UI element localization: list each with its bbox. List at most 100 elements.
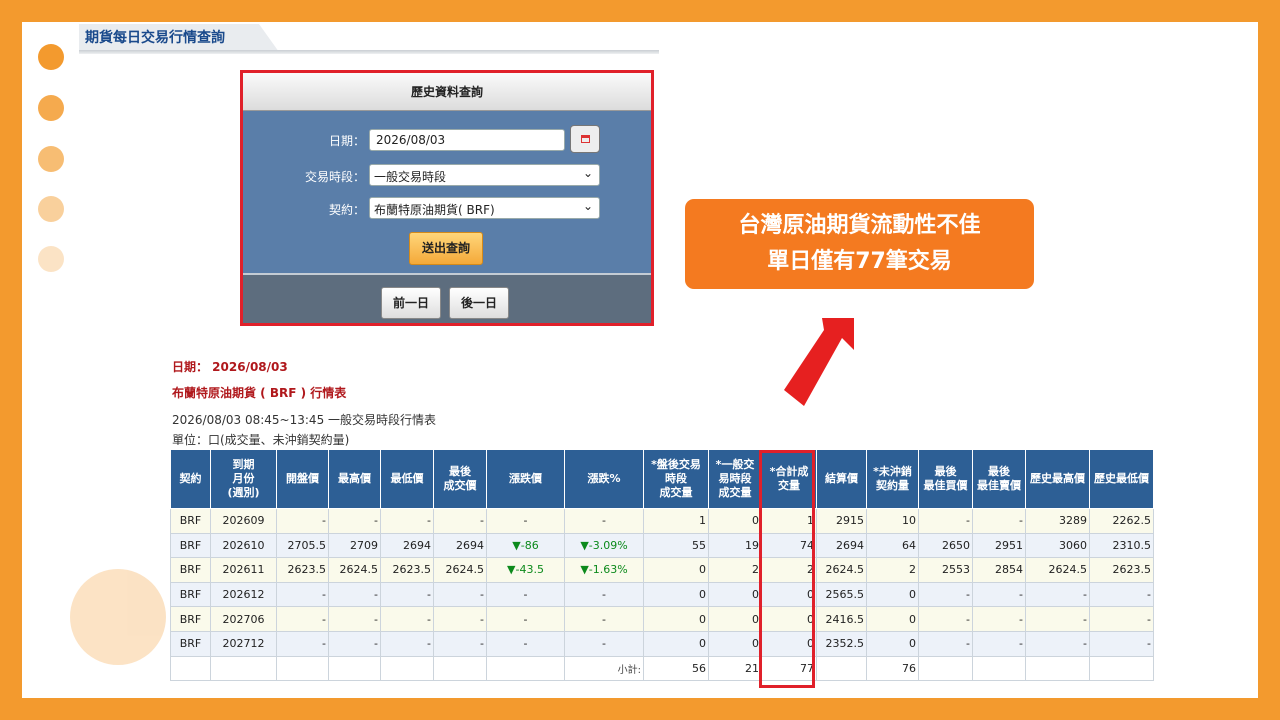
table-cell: - <box>328 581 381 608</box>
subtotal-row: 小計: 56 21 77 76 <box>170 655 1154 682</box>
table-cell: 0 <box>866 606 919 632</box>
table-cell: 2650 <box>918 532 973 559</box>
table-cell: - <box>380 581 434 608</box>
table-cell: - <box>276 630 329 657</box>
table-cell: 2624.5 <box>433 557 487 583</box>
table-cell: 2624.5 <box>328 557 381 583</box>
column-header: *盤後交易 時段 成交量 <box>643 449 709 509</box>
table-row: BRF 202610 2705.5 2709 2694 2694 ▼-86 ▼-3.09% 55… <box>170 532 1154 559</box>
panel-footer: 前一日 後一日 <box>243 273 651 323</box>
session-label: 交易時段： <box>304 170 365 184</box>
session-select[interactable]: 一般交易時段 ⌄ <box>369 164 600 186</box>
table-cell: 202610 <box>210 532 277 559</box>
column-header: *未沖銷 契約量 <box>866 449 919 509</box>
table-cell <box>1025 655 1090 682</box>
table-cell: 2553 <box>918 557 973 583</box>
table-cell: 64 <box>866 532 919 559</box>
date-label: 日期： <box>328 134 365 148</box>
callout-line-2: 單日僅有77筆交易 <box>767 249 952 274</box>
table-cell: - <box>972 508 1026 534</box>
table-cell: - <box>328 630 381 657</box>
table-cell <box>433 655 487 682</box>
table-cell: - <box>486 581 565 608</box>
date-row: 日期： 2026/08/03 <box>243 125 651 153</box>
table-cell: - <box>1025 606 1090 632</box>
chevron-down-icon: ⌄ <box>582 199 593 213</box>
table-cell: BRF <box>170 532 211 559</box>
table-cell <box>918 655 973 682</box>
table-cell: 2709 <box>328 532 381 559</box>
table-cell: 2694 <box>380 532 434 559</box>
table-cell: ▼-43.5 <box>486 557 565 583</box>
table-cell: 0 <box>708 508 762 534</box>
table-cell: - <box>1089 581 1154 608</box>
table-cell: 202611 <box>210 557 277 583</box>
column-header: 最後 最佳賣價 <box>972 449 1026 509</box>
table-cell: 0 <box>643 557 709 583</box>
table-cell: 0 <box>643 606 709 632</box>
table-row: BRF 202609- - - - - -1 0 1 2915 10- -3289 2262.5 <box>170 508 1154 534</box>
table-cell: 202612 <box>210 581 277 608</box>
table-cell: - <box>918 508 973 534</box>
table-cell: BRF <box>170 581 211 608</box>
table-cell <box>972 655 1026 682</box>
table-cell: - <box>1089 606 1154 632</box>
column-header: 歷史最高價 <box>1025 449 1090 509</box>
table-cell: 3060 <box>1025 532 1090 559</box>
table-cell: - <box>328 606 381 632</box>
table-cell: BRF <box>170 630 211 657</box>
table-cell: 2915 <box>816 508 867 534</box>
table-cell: 2565.5 <box>816 581 867 608</box>
table-cell: 3289 <box>1025 508 1090 534</box>
contract-select[interactable]: 布蘭特原油期貨( BRF) ⌄ <box>369 197 600 219</box>
panel-title: 歷史資料查詢 <box>243 73 651 111</box>
table-cell: 2623.5 <box>276 557 329 583</box>
decor-dot <box>38 44 64 70</box>
calendar-icon <box>581 135 590 143</box>
date-heading: 日期： 2026/08/03 <box>172 360 288 374</box>
table-cell: 2623.5 <box>380 557 434 583</box>
highlight-total-volume-box <box>759 450 815 688</box>
arrow-up-right-icon <box>774 312 860 417</box>
date-input[interactable]: 2026/08/03 <box>369 129 565 151</box>
column-header: 到期 月份 (週別) <box>210 449 277 509</box>
page-title: 期貨每日交易行情查詢 <box>85 30 225 46</box>
table-cell: - <box>433 630 487 657</box>
table-cell: ▼-3.09% <box>564 532 644 559</box>
submit-query-button[interactable]: 送出查詢 <box>409 232 483 265</box>
table-cell: - <box>486 508 565 534</box>
slide-card: 期貨每日交易行情查詢 歷史資料查詢 日期： 2026/08/03 交易時段： 一… <box>22 22 1258 698</box>
session-caption: 2026/08/03 08:45~13:45 一般交易時段行情表 <box>172 413 437 427</box>
calendar-button[interactable] <box>570 125 600 153</box>
callout-line-1: 台灣原油期貨流動性不佳 <box>738 213 981 238</box>
next-day-button[interactable]: 後一日 <box>449 287 509 319</box>
column-header: 開盤價 <box>276 449 329 509</box>
table-cell: 2951 <box>972 532 1026 559</box>
table-cell: - <box>328 508 381 534</box>
table-cell: - <box>380 606 434 632</box>
column-header: 契約 <box>170 449 211 509</box>
table-cell: - <box>564 630 644 657</box>
prev-day-button[interactable]: 前一日 <box>381 287 441 319</box>
table-cell: - <box>918 630 973 657</box>
quotes-table: 契約 到期 月份 (週別) 開盤價 最高價 最低價 最後 成交價 漲跌價 漲跌% *盤後交易 時段 成交量… <box>170 449 1154 682</box>
decor-dot <box>38 146 64 172</box>
table-cell: 0 <box>643 581 709 608</box>
table-cell: - <box>433 606 487 632</box>
column-header: 歷史最低價 <box>1089 449 1154 509</box>
table-cell: - <box>1025 581 1090 608</box>
table-cell: 2262.5 <box>1089 508 1154 534</box>
table-cell <box>328 655 381 682</box>
table-cell: 2 <box>708 557 762 583</box>
table-cell: - <box>433 581 487 608</box>
column-header: 漲跌% <box>564 449 644 509</box>
table-cell: - <box>564 581 644 608</box>
table-cell: - <box>564 606 644 632</box>
table-cell: BRF <box>170 508 211 534</box>
table-cell: 0 <box>643 630 709 657</box>
table-cell: 10 <box>866 508 919 534</box>
column-header: *一般交 易時段 成交量 <box>708 449 762 509</box>
decor-dot <box>38 95 64 121</box>
table-cell: 19 <box>708 532 762 559</box>
table-row: BRF 202611 2623.5 2624.5 2623.5 2624.5 ▼-43.5 ▼… <box>170 557 1154 583</box>
